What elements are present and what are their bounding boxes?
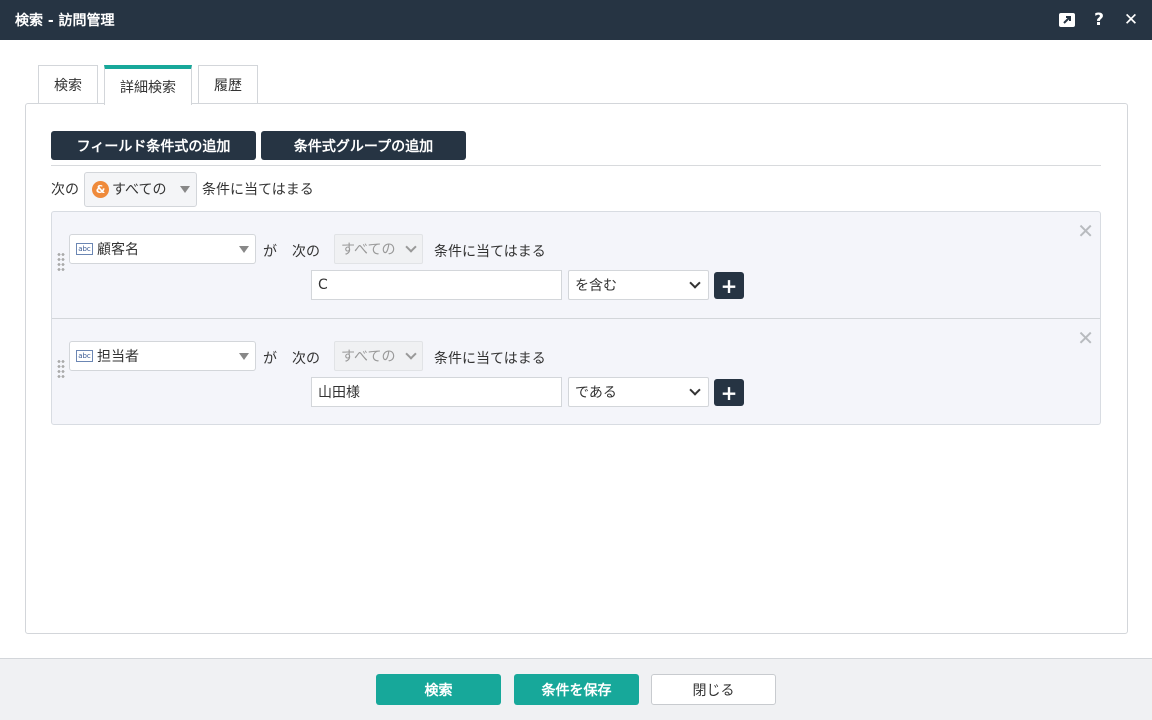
operator-value: である: [575, 385, 617, 401]
match-mode-select[interactable]: & すべての: [84, 171, 197, 207]
match-row: 次の & すべての 条件に当てはまる: [51, 171, 314, 207]
ga-label: が: [263, 351, 277, 367]
help-icon[interactable]: ?: [1088, 9, 1110, 31]
close-icon[interactable]: ✕: [1120, 9, 1142, 31]
plus-icon: +: [720, 273, 738, 298]
title-bar: 検索 - 訪問管理 ? ✕: [0, 0, 1152, 40]
advanced-search-panel: フィールド条件式の追加 条件式グループの追加 次の & すべての 条件に当てはま…: [25, 103, 1128, 634]
close-button[interactable]: 閉じる: [651, 674, 776, 705]
sub-match-value: すべての: [341, 349, 396, 365]
ga-label: が: [263, 244, 277, 260]
caret-down-icon: [180, 185, 190, 193]
search-tabs: 検索 詳細検索 履歴: [38, 65, 258, 105]
dialog-footer: 検索 条件を保存 閉じる: [0, 658, 1152, 720]
operator-select[interactable]: を含む: [568, 270, 709, 300]
operator-value: を含む: [575, 278, 617, 294]
caret-down-icon: [239, 353, 249, 360]
text-field-icon: abc: [76, 243, 93, 255]
remove-icon[interactable]: ✕: [1077, 219, 1094, 243]
condition-row: abc 顧客名 が 次の すべての 条件に当てはまる を含む + ✕: [52, 212, 1100, 318]
match-prefix: 次の: [51, 182, 79, 198]
chevron-down-icon: [405, 348, 417, 360]
expand-icon[interactable]: [1056, 9, 1078, 31]
drag-handle-icon[interactable]: [57, 359, 65, 379]
ampersand-icon: &: [92, 180, 109, 198]
chevron-down-icon: [689, 277, 701, 289]
tab-advanced-search[interactable]: 詳細検索: [104, 65, 192, 105]
sub-match-select[interactable]: すべての: [334, 234, 423, 264]
search-button[interactable]: 検索: [376, 674, 501, 705]
chevron-down-icon: [689, 384, 701, 396]
condition-suffix: 条件に当てはまる: [434, 244, 546, 260]
toolbar-divider: [51, 165, 1101, 166]
chevron-down-icon: [405, 241, 417, 253]
window-tools: ? ✕: [1056, 0, 1142, 40]
value-input[interactable]: [311, 377, 562, 407]
operator-select[interactable]: である: [568, 377, 709, 407]
field-name: 顧客名: [97, 242, 139, 258]
condition-list: abc 顧客名 が 次の すべての 条件に当てはまる を含む + ✕ abc: [51, 211, 1101, 425]
caret-down-icon: [239, 246, 249, 253]
tab-history[interactable]: 履歴: [198, 65, 258, 104]
add-value-button[interactable]: +: [714, 379, 744, 406]
sub-match-select[interactable]: すべての: [334, 341, 423, 371]
text-field-icon: abc: [76, 350, 93, 362]
window-title: 検索 - 訪問管理: [15, 13, 115, 29]
value-input[interactable]: [311, 270, 562, 300]
field-name: 担当者: [97, 349, 139, 365]
remove-icon[interactable]: ✕: [1077, 326, 1094, 350]
condition-row: abc 担当者 が 次の すべての 条件に当てはまる である + ✕: [52, 318, 1100, 424]
add-field-condition-button[interactable]: フィールド条件式の追加: [51, 131, 256, 160]
add-value-button[interactable]: +: [714, 272, 744, 299]
match-mode-value: すべての: [112, 182, 167, 198]
next-label: 次の: [292, 244, 320, 260]
tab-search[interactable]: 検索: [38, 65, 98, 104]
save-conditions-button[interactable]: 条件を保存: [514, 674, 639, 705]
plus-icon: +: [720, 380, 738, 405]
add-condition-group-button[interactable]: 条件式グループの追加: [261, 131, 466, 160]
field-select[interactable]: abc 担当者: [69, 341, 256, 371]
next-label: 次の: [292, 351, 320, 367]
field-select[interactable]: abc 顧客名: [69, 234, 256, 264]
match-suffix: 条件に当てはまる: [202, 182, 314, 198]
sub-match-value: すべての: [341, 242, 396, 258]
drag-handle-icon[interactable]: [57, 252, 65, 272]
condition-suffix: 条件に当てはまる: [434, 351, 546, 367]
